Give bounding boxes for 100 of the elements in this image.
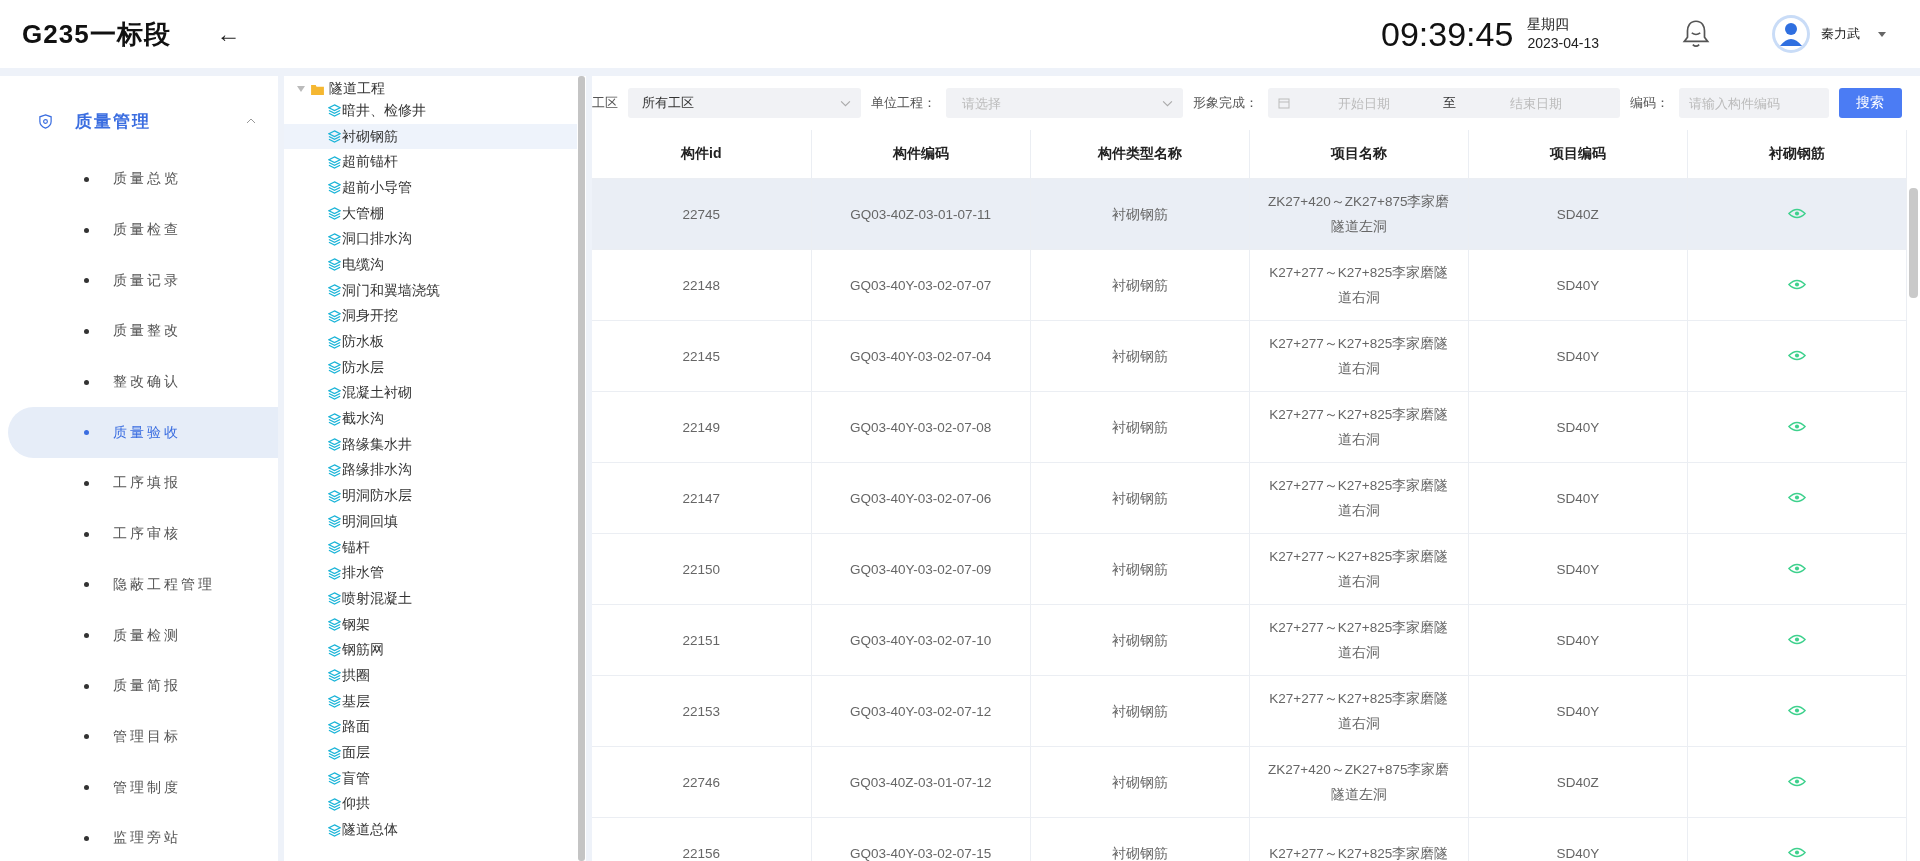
menu-item[interactable]: 质量整改 [8, 306, 278, 357]
view-icon[interactable] [1787, 420, 1806, 432]
table-cell: GQ03-40Z-03-01-07-11 [811, 178, 1031, 250]
menu-item[interactable]: 质量记录 [8, 255, 278, 307]
menu-item[interactable]: 监理旁站 [8, 812, 278, 861]
caret-down-icon[interactable] [297, 86, 305, 92]
menu-item[interactable]: 质量检查 [8, 204, 278, 256]
view-icon[interactable] [1787, 704, 1806, 716]
scrollbar[interactable] [578, 76, 585, 861]
menu-item[interactable]: 质量总览 [8, 154, 278, 205]
tree-node[interactable]: 隧道工程 [284, 80, 385, 98]
table-cell: GQ03-40Y-03-02-07-04 [811, 320, 1031, 392]
tree-node[interactable]: 截水沟 [284, 406, 577, 432]
table-row[interactable]: 22148 GQ03-40Y-03-02-07-07 衬砌钢筋 K27+277～K27+825李家磨隧道右洞 SD40Y [592, 249, 1907, 321]
layers-icon [328, 669, 341, 683]
layers-icon [328, 207, 341, 221]
view-icon[interactable] [1787, 278, 1806, 290]
table-cell: SD40Y [1468, 817, 1688, 861]
tree-node[interactable]: 钢筋网 [284, 637, 577, 664]
menu-item[interactable]: 质量简报 [8, 660, 278, 712]
table-cell: K27+277～K27+825李家磨隧道右洞 [1249, 462, 1469, 534]
menu-item[interactable]: 工序审核 [8, 508, 278, 560]
tree-node[interactable]: 洞身开挖 [284, 303, 577, 330]
tree-node[interactable]: 混凝土衬砌 [284, 380, 577, 407]
table-row[interactable]: 22145 GQ03-40Y-03-02-07-04 衬砌钢筋 K27+277～K27+825李家磨隧道右洞 SD40Y [592, 320, 1907, 392]
tree-node[interactable]: 暗井、检修井 [284, 98, 577, 124]
tree-node[interactable]: 电缆沟 [284, 252, 577, 278]
layers-icon [328, 592, 341, 606]
user-name[interactable]: 秦力武 [1821, 25, 1860, 43]
tree-node[interactable]: 隧道总体 [284, 817, 577, 843]
menu-item[interactable]: 质量检测 [8, 610, 278, 661]
search-button[interactable]: 搜索 [1838, 88, 1902, 118]
tree-node[interactable]: 洞口排水沟 [284, 226, 577, 253]
caret-icon[interactable] [1878, 31, 1886, 37]
tree-node[interactable]: 喷射混凝土 [284, 586, 577, 612]
tree-node[interactable]: 路缘集水井 [284, 431, 577, 458]
tree-node[interactable]: 钢架 [284, 611, 577, 638]
tree-node[interactable]: 基层 [284, 688, 577, 715]
menu-item[interactable]: 质量验收 [8, 407, 278, 459]
column-header: 构件id [592, 130, 812, 179]
layers-icon [328, 643, 341, 657]
layers-icon [328, 746, 341, 760]
tree-node[interactable]: 防水层 [284, 354, 577, 381]
table-cell: 22151 [592, 604, 812, 676]
tree-node[interactable]: 盲管 [284, 765, 577, 792]
column-header: 衬砌钢筋 [1687, 130, 1907, 179]
tree-node[interactable]: 明洞防水层 [284, 483, 577, 509]
tree-node[interactable]: 面层 [284, 740, 577, 766]
table-cell: GQ03-40Y-03-02-07-12 [811, 675, 1031, 747]
tree-node[interactable]: 洞门和翼墙浇筑 [284, 277, 577, 304]
tree-node[interactable]: 防水板 [284, 329, 577, 355]
table-cell: 22745 [592, 178, 812, 250]
table-row[interactable]: 22153 GQ03-40Y-03-02-07-12 衬砌钢筋 K27+277～K27+825李家磨隧道右洞 SD40Y [592, 675, 1907, 747]
table-cell: SD40Y [1468, 675, 1688, 747]
menu-item[interactable]: 工序填报 [8, 458, 278, 509]
table-row[interactable]: 22156 GQ03-40Y-03-02-07-15 衬砌钢筋 K27+277～K27+825李家磨隧 SD40Y [592, 817, 1907, 861]
layers-icon [328, 232, 341, 246]
table-row[interactable]: 22746 GQ03-40Z-03-01-07-12 衬砌钢筋 ZK27+420～ZK27+875李家磨隧道左洞 SD40Z [592, 746, 1907, 818]
tree-node[interactable]: 超前锚杆 [284, 149, 577, 176]
tree-node[interactable]: 拱圈 [284, 663, 577, 689]
table-cell: GQ03-40Y-03-02-07-07 [811, 249, 1031, 321]
view-icon[interactable] [1787, 775, 1806, 787]
table-row[interactable]: 22147 GQ03-40Y-03-02-07-06 衬砌钢筋 K27+277～K27+825李家磨隧道右洞 SD40Y [592, 462, 1907, 534]
tree-node[interactable]: 大管棚 [284, 200, 577, 227]
table-row[interactable]: 22150 GQ03-40Y-03-02-07-09 衬砌钢筋 K27+277～K27+825李家磨隧道右洞 SD40Y [592, 533, 1907, 605]
view-icon[interactable] [1787, 349, 1806, 361]
view-icon[interactable] [1787, 491, 1806, 503]
back-button[interactable]: ← [212, 20, 245, 48]
tree-node[interactable]: 排水管 [284, 560, 577, 587]
layers-icon [328, 309, 341, 323]
tree-node[interactable]: 明洞回填 [284, 509, 577, 535]
view-icon[interactable] [1787, 562, 1806, 574]
work-area-select[interactable]: 所有工区 [628, 88, 861, 118]
table-cell: 衬砌钢筋 [1030, 533, 1250, 605]
table-row[interactable]: 22745 GQ03-40Z-03-01-07-11 衬砌钢筋 ZK27+420～ZK27+875李家磨隧道左洞 SD40Z [592, 178, 1907, 250]
tree-node[interactable]: 衬砌钢筋 [284, 123, 577, 150]
menu-item[interactable]: 隐蔽工程管理 [8, 559, 278, 611]
tree-node[interactable]: 仰拱 [284, 791, 577, 818]
table-cell: ZK27+420～ZK27+875李家磨隧道左洞 [1249, 178, 1469, 250]
avatar-icon[interactable] [1771, 14, 1811, 54]
table-cell: K27+277～K27+825李家磨隧道右洞 [1249, 533, 1469, 605]
view-icon[interactable] [1787, 846, 1806, 858]
table-cell: SD40Y [1468, 462, 1688, 534]
menu-group[interactable]: 质量管理 [0, 98, 278, 144]
view-icon[interactable] [1787, 207, 1806, 219]
table-row[interactable]: 22151 GQ03-40Y-03-02-07-10 衬砌钢筋 K27+277～K27+825李家磨隧道右洞 SD40Y [592, 604, 1907, 676]
tree-node[interactable]: 路面 [284, 714, 577, 741]
menu-item[interactable]: 整改确认 [8, 356, 278, 408]
menu-item[interactable]: 管理制度 [8, 762, 278, 813]
tree-node[interactable]: 超前小导管 [284, 175, 577, 201]
menu-item[interactable]: 管理目标 [8, 711, 278, 763]
table-cell: 衬砌钢筋 [1030, 320, 1250, 392]
layers-icon [328, 335, 341, 349]
table-row[interactable]: 22149 GQ03-40Y-03-02-07-08 衬砌钢筋 K27+277～K27+825李家磨隧道右洞 SD40Y [592, 391, 1907, 463]
scrollbar-thumb[interactable] [1909, 188, 1918, 298]
table-cell: 衬砌钢筋 [1030, 817, 1250, 861]
tree-node[interactable]: 路缘排水沟 [284, 457, 577, 484]
layers-icon [328, 463, 341, 477]
tree-node[interactable]: 锚杆 [284, 534, 577, 561]
view-icon[interactable] [1787, 633, 1806, 645]
